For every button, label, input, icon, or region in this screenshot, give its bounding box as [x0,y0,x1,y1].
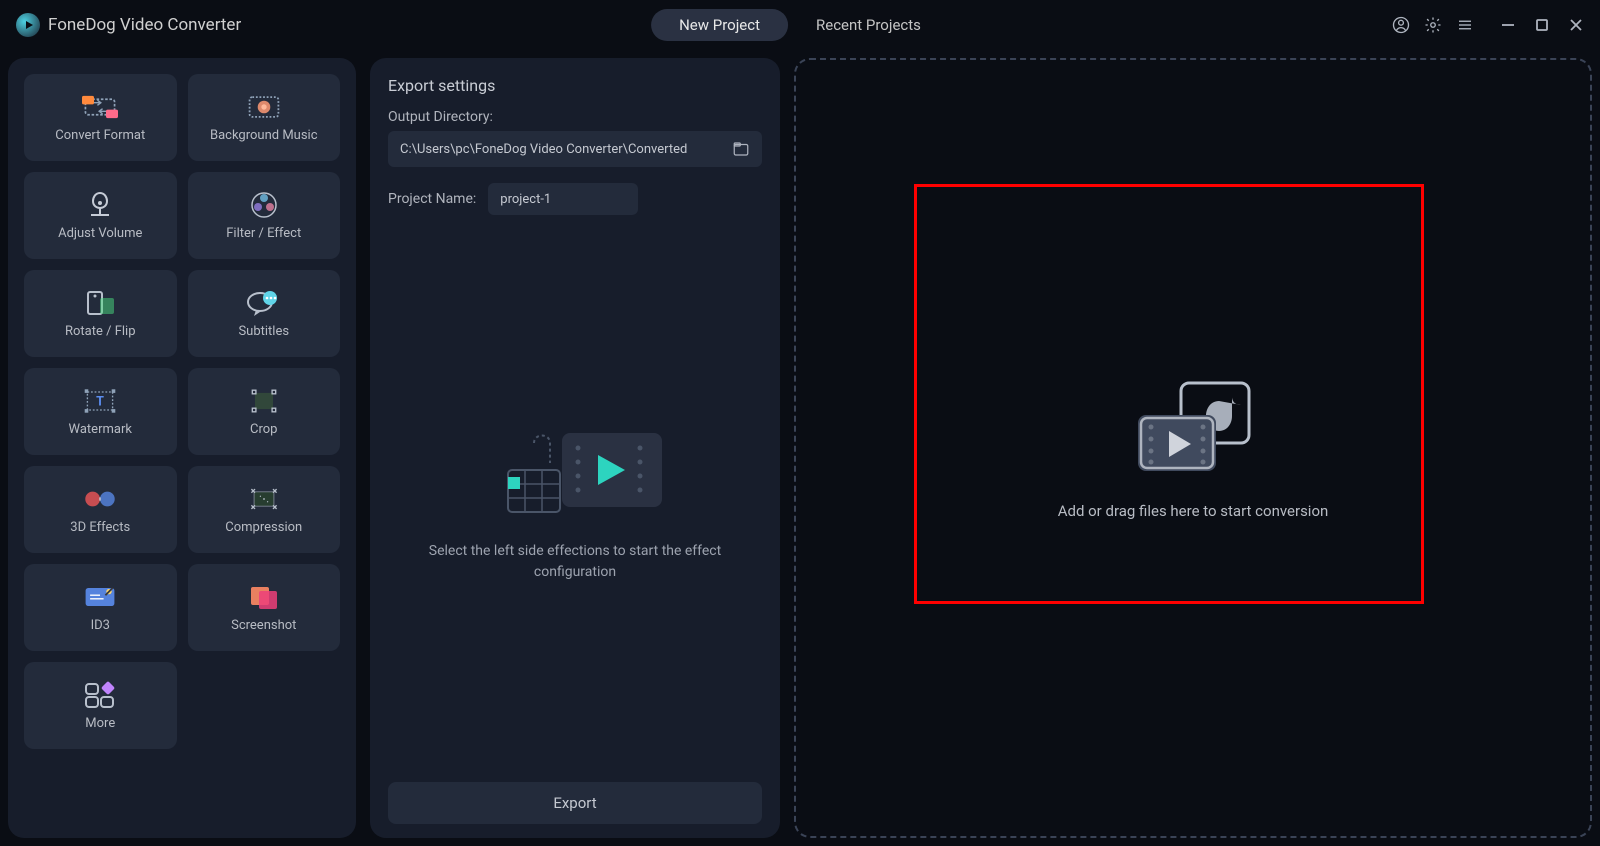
filter-effect-icon [246,190,282,220]
tool-label: Watermark [69,422,132,437]
subtitles-icon [246,288,282,318]
user-icon[interactable] [1392,16,1410,34]
window-controls [1500,17,1584,33]
minimize-icon[interactable] [1500,17,1516,33]
export-settings-title: Export settings [388,76,762,95]
adjust-volume-icon [82,190,118,220]
output-directory-value: C:\Users\pc\FoneDog Video Converter\Conv… [400,142,687,157]
tool-label: Convert Format [55,128,145,143]
watermark-icon: T [82,386,118,416]
tool-label: Background Music [210,128,318,143]
tool-screenshot[interactable]: Screenshot [188,564,341,651]
tool-label: Subtitles [238,324,289,339]
crop-icon [246,386,282,416]
tool-more[interactable]: More [24,662,177,749]
folder-icon[interactable] [732,140,750,158]
titlebar: FoneDog Video Converter New Project Rece… [0,0,1600,50]
rotate-flip-icon [82,288,118,318]
compression-icon [246,484,282,514]
background-music-icon [246,92,282,122]
tool-adjust-volume[interactable]: Adjust Volume [24,172,177,259]
convert-format-icon [82,92,118,122]
menu-icon[interactable] [1456,16,1474,34]
close-icon[interactable] [1568,17,1584,33]
gear-icon[interactable] [1424,16,1442,34]
tool-sidebar: Convert Format Background Music Adjust V… [8,58,356,838]
export-button[interactable]: Export [388,782,762,824]
titlebar-tabs: New Project Recent Projects [651,9,949,41]
app-logo-icon [16,13,40,37]
tab-new-project[interactable]: New Project [651,9,788,41]
tool-watermark[interactable]: T Watermark [24,368,177,455]
tool-label: Compression [225,520,302,535]
export-settings-panel: Export settings Output Directory: C:\Use… [370,58,780,838]
svg-text:T: T [96,395,104,410]
main-layout: Convert Format Background Music Adjust V… [0,50,1600,846]
maximize-icon[interactable] [1534,17,1550,33]
project-name-row: Project Name: [388,183,762,215]
app-name: FoneDog Video Converter [48,15,241,35]
tab-recent-projects[interactable]: Recent Projects [788,9,949,41]
more-icon [82,680,118,710]
tool-subtitles[interactable]: Subtitles [188,270,341,357]
tool-convert-format[interactable]: Convert Format [24,74,177,161]
tool-crop[interactable]: Crop [188,368,341,455]
effect-illustration-icon [480,415,670,525]
titlebar-left: FoneDog Video Converter [16,13,241,37]
id3-icon [82,582,118,612]
3d-effects-icon [82,484,118,514]
tool-label: Screenshot [231,618,296,633]
file-drop-zone[interactable]: Add or drag files here to start conversi… [794,58,1592,838]
tool-label: Adjust Volume [58,226,142,241]
effect-illustration-area: Select the left side effections to start… [388,215,762,782]
project-name-input[interactable] [488,183,638,215]
tool-id3[interactable]: ID3 [24,564,177,651]
tool-rotate-flip[interactable]: Rotate / Flip [24,270,177,357]
tool-label: More [85,716,115,731]
screenshot-icon [246,582,282,612]
tool-3d-effects[interactable]: 3D Effects [24,466,177,553]
tool-label: Crop [250,422,277,437]
tool-label: 3D Effects [70,520,130,535]
effect-hint-text: Select the left side effections to start… [388,541,762,583]
output-directory-input[interactable]: C:\Users\pc\FoneDog Video Converter\Conv… [388,131,762,167]
tool-label: Filter / Effect [226,226,301,241]
project-name-label: Project Name: [388,191,476,207]
output-directory-label: Output Directory: [388,109,762,125]
tool-filter-effect[interactable]: Filter / Effect [188,172,341,259]
tool-label: ID3 [91,618,110,633]
tool-compression[interactable]: Compression [188,466,341,553]
highlight-annotation [914,184,1424,604]
tool-label: Rotate / Flip [65,324,136,339]
titlebar-right [1392,16,1584,34]
tool-background-music[interactable]: Background Music [188,74,341,161]
